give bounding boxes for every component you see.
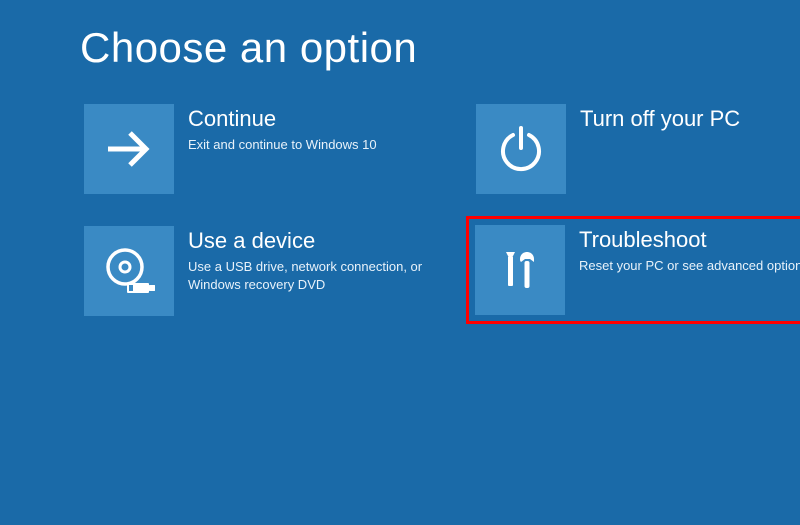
continue-arrow-icon [84, 104, 174, 194]
tools-icon [475, 225, 565, 315]
options-grid: Continue Exit and continue to Windows 10… [0, 100, 800, 324]
option-turnoff-title: Turn off your PC [580, 106, 740, 132]
option-device-text: Use a device Use a USB drive, network co… [174, 226, 434, 293]
option-continue[interactable]: Continue Exit and continue to Windows 10 [80, 100, 460, 198]
option-troubleshoot[interactable]: Troubleshoot Reset your PC or see advanc… [466, 216, 800, 324]
power-icon [476, 104, 566, 194]
option-troubleshoot-title: Troubleshoot [579, 227, 800, 253]
option-device[interactable]: Use a device Use a USB drive, network co… [80, 222, 460, 324]
option-device-title: Use a device [188, 228, 434, 254]
page-title: Choose an option [0, 0, 800, 100]
option-turnoff[interactable]: Turn off your PC [472, 100, 800, 198]
option-continue-title: Continue [188, 106, 377, 132]
option-troubleshoot-desc: Reset your PC or see advanced options [579, 257, 800, 275]
option-continue-text: Continue Exit and continue to Windows 10 [174, 104, 377, 154]
option-troubleshoot-text: Troubleshoot Reset your PC or see advanc… [565, 225, 800, 275]
option-device-desc: Use a USB drive, network connection, or … [188, 258, 434, 293]
option-turnoff-text: Turn off your PC [566, 104, 740, 136]
disc-usb-icon [84, 226, 174, 316]
option-continue-desc: Exit and continue to Windows 10 [188, 136, 377, 154]
